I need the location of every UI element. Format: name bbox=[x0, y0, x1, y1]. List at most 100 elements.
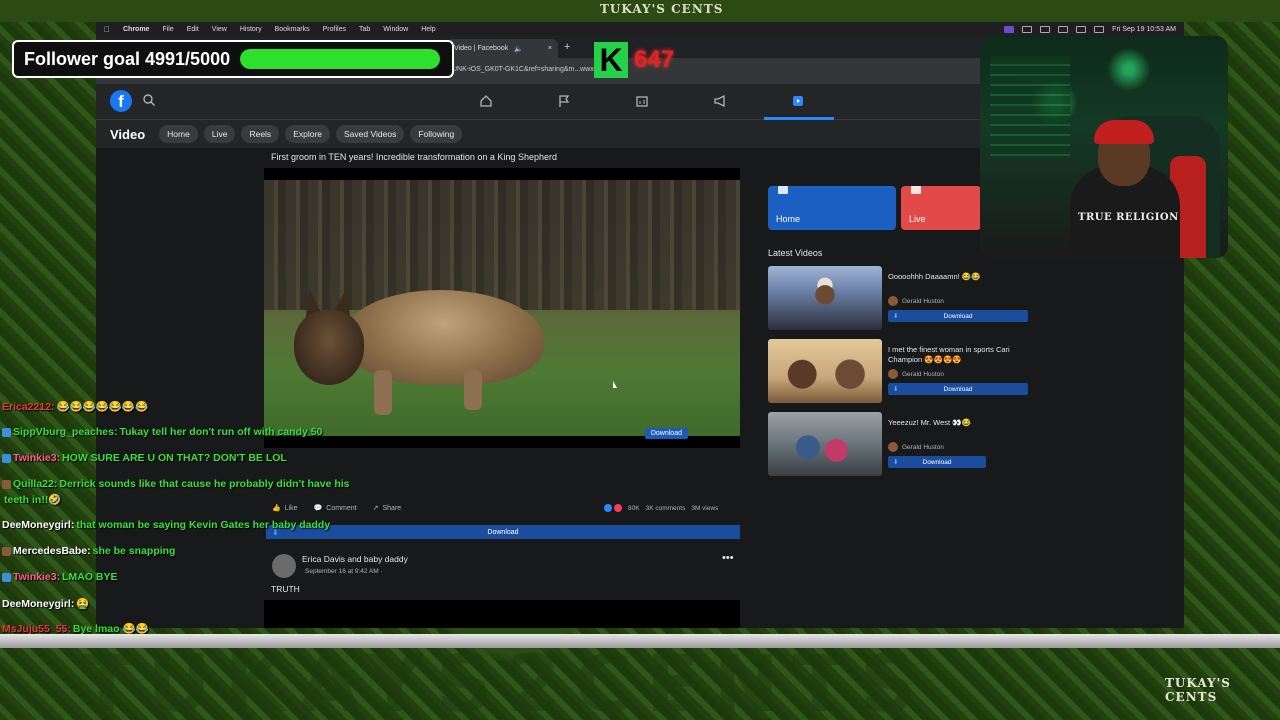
comment-button[interactable]: 💬 Comment bbox=[314, 504, 357, 512]
chat-username: Erica2212: bbox=[2, 401, 55, 413]
menu-history[interactable]: History bbox=[240, 26, 262, 33]
post-author[interactable]: Erica Davis and baby daddy bbox=[302, 554, 408, 564]
control-icon[interactable] bbox=[1040, 25, 1051, 33]
video-subnav: Video Home Live Reels Explore Saved Vide… bbox=[96, 120, 980, 148]
menu-bookmarks[interactable]: Bookmarks bbox=[275, 26, 310, 33]
share-icon: ↗ bbox=[372, 505, 379, 512]
menu-edit[interactable]: Edit bbox=[187, 26, 199, 33]
home-icon[interactable] bbox=[476, 92, 496, 110]
right-card-live-label: Live bbox=[909, 214, 926, 224]
video-thumbnail[interactable] bbox=[768, 339, 882, 403]
latest-video-item[interactable]: Ooooohhh Daaaamn! 😂😂 Gerald Huston ⬇ Down… bbox=[768, 266, 1038, 330]
video-title: First groom in TEN years! Incredible tra… bbox=[271, 152, 557, 162]
battery-icon[interactable] bbox=[1058, 25, 1069, 33]
reaction-count[interactable]: 80K bbox=[628, 505, 640, 512]
latest-video-download-button[interactable]: ⬇ Download bbox=[888, 383, 1028, 395]
thumbs-up-icon: 👍 bbox=[272, 505, 281, 512]
latest-video-author[interactable]: Gerald Huston bbox=[888, 442, 944, 452]
chat-username: Twinkie3: bbox=[13, 452, 61, 464]
chat-username: DeeMoneygirl: bbox=[2, 598, 75, 610]
url-text[interactable]: UNK-iOS_GK0T-GK1C&ref=sharing&m...wwx.fr bbox=[452, 66, 600, 73]
tab-facebook-video[interactable]: Video | Facebook 🔈 × bbox=[446, 39, 558, 58]
live-icon bbox=[911, 186, 921, 194]
chat-text: Derrick sounds like that cause he probab… bbox=[59, 478, 350, 490]
latest-video-item[interactable]: Yeeezuz! Mr. West 👀😂 Gerald Huston ⬇ Down… bbox=[768, 412, 1038, 476]
chat-text: 😂😂😂😂😂😂😂 bbox=[56, 401, 149, 413]
chat-message: DeeMoneygirl: 🤮 bbox=[2, 597, 89, 610]
latest-video-item[interactable]: I met the finest woman in sports Cari Ch… bbox=[768, 339, 1038, 403]
wifi-icon[interactable] bbox=[1076, 25, 1087, 33]
chat-message: Quilla22: Derrick sounds like that cause … bbox=[2, 478, 350, 490]
like-button[interactable]: 👍 Like bbox=[272, 504, 298, 512]
post-text: TRUTH bbox=[271, 584, 300, 594]
latest-video-title[interactable]: Yeeezuz! Mr. West 👀😂 bbox=[888, 418, 1038, 428]
subnav-reels[interactable]: Reels bbox=[241, 125, 280, 143]
share-button[interactable]: ↗ Share bbox=[373, 504, 402, 512]
chat-text: she be snapping bbox=[92, 545, 176, 557]
menu-file[interactable]: File bbox=[162, 26, 173, 33]
tab-close-icon[interactable]: × bbox=[548, 45, 552, 52]
right-card-live[interactable]: Live bbox=[901, 186, 981, 230]
tab-title: Video | Facebook bbox=[454, 45, 509, 52]
search-icon[interactable] bbox=[142, 93, 156, 107]
flag-icon[interactable] bbox=[554, 92, 574, 110]
author-name: Gerald Huston bbox=[902, 297, 944, 305]
video-nav-icon[interactable] bbox=[788, 92, 808, 110]
apple-icon[interactable]:  bbox=[104, 25, 110, 34]
chat-badge-icon bbox=[2, 427, 11, 437]
subnav-saved-videos[interactable]: Saved Videos bbox=[336, 125, 405, 143]
download-label: Download bbox=[943, 312, 973, 320]
love-reaction-icon bbox=[614, 504, 622, 512]
search-menu-icon[interactable] bbox=[1094, 25, 1105, 33]
chat-text: teeth in!!🤣 bbox=[4, 494, 62, 506]
subnav-home[interactable]: Home bbox=[159, 125, 198, 143]
audio-icon[interactable]: 🔈 bbox=[514, 45, 523, 53]
latest-video-author[interactable]: Gerald Huston bbox=[888, 369, 944, 379]
follower-goal-widget: Follower goal 4991/5000 bbox=[12, 40, 454, 78]
screen-record-icon[interactable] bbox=[1004, 25, 1015, 33]
comment-icon: 💬 bbox=[313, 505, 323, 512]
menubar-clock[interactable]: Fri Sep 19 10:53 AM bbox=[1112, 26, 1176, 33]
facebook-logo[interactable]: f bbox=[110, 90, 132, 112]
mouse-cursor bbox=[613, 381, 617, 388]
more-options-icon[interactable]: ••• bbox=[722, 552, 734, 564]
latest-video-title[interactable]: Ooooohhh Daaaamn! 😂😂 bbox=[888, 272, 1038, 282]
megaphone-icon[interactable] bbox=[710, 92, 730, 110]
download-label: Download bbox=[943, 385, 973, 393]
post-date[interactable]: September 16 at 9:42 AM · bbox=[305, 568, 383, 575]
chat-username: Quilla22: bbox=[13, 478, 58, 490]
latest-video-download-button[interactable]: ⬇ Download bbox=[888, 310, 1028, 322]
video-frame-dog bbox=[264, 180, 740, 436]
subnav-explore[interactable]: Explore bbox=[285, 125, 331, 143]
menu-chrome[interactable]: Chrome bbox=[123, 26, 149, 33]
latest-video-author[interactable]: Gerald Huston bbox=[888, 296, 944, 306]
subnav-live[interactable]: Live bbox=[203, 125, 236, 143]
avatar[interactable] bbox=[272, 554, 296, 578]
marketplace-icon[interactable] bbox=[632, 92, 652, 110]
download-bar-button[interactable]: ⬇ Download bbox=[266, 525, 740, 539]
chat-username: Twinkie3: bbox=[13, 571, 61, 583]
new-tab-button[interactable]: + bbox=[564, 41, 570, 53]
chat-message: Erica2212: 😂😂😂😂😂😂😂 bbox=[2, 400, 148, 413]
menu-help[interactable]: Help bbox=[421, 26, 435, 33]
download-bar-label: Download bbox=[487, 528, 519, 536]
menu-view[interactable]: View bbox=[212, 26, 227, 33]
video-player[interactable]: Download bbox=[264, 168, 740, 448]
post-media-area bbox=[264, 600, 740, 628]
display-icon[interactable] bbox=[1022, 25, 1033, 33]
video-thumbnail[interactable] bbox=[768, 266, 882, 330]
kick-logo: K bbox=[594, 42, 628, 78]
video-thumbnail[interactable] bbox=[768, 412, 882, 476]
chat-badge-icon bbox=[2, 546, 11, 556]
avatar bbox=[888, 442, 898, 452]
comment-count[interactable]: 3K comments bbox=[646, 505, 686, 512]
latest-video-download-button[interactable]: ⬇ Download bbox=[888, 456, 986, 468]
menu-tab[interactable]: Tab bbox=[359, 26, 370, 33]
subnav-following[interactable]: Following bbox=[410, 125, 463, 143]
latest-video-title[interactable]: I met the finest woman in sports Cari Ch… bbox=[888, 345, 1038, 365]
chat-message: Twinkie3: LMAO BYE bbox=[2, 571, 118, 583]
video-download-chip[interactable]: Download bbox=[644, 428, 688, 439]
menu-window[interactable]: Window bbox=[383, 26, 408, 33]
right-card-home[interactable]: Home bbox=[768, 186, 896, 230]
menu-profiles[interactable]: Profiles bbox=[323, 26, 346, 33]
